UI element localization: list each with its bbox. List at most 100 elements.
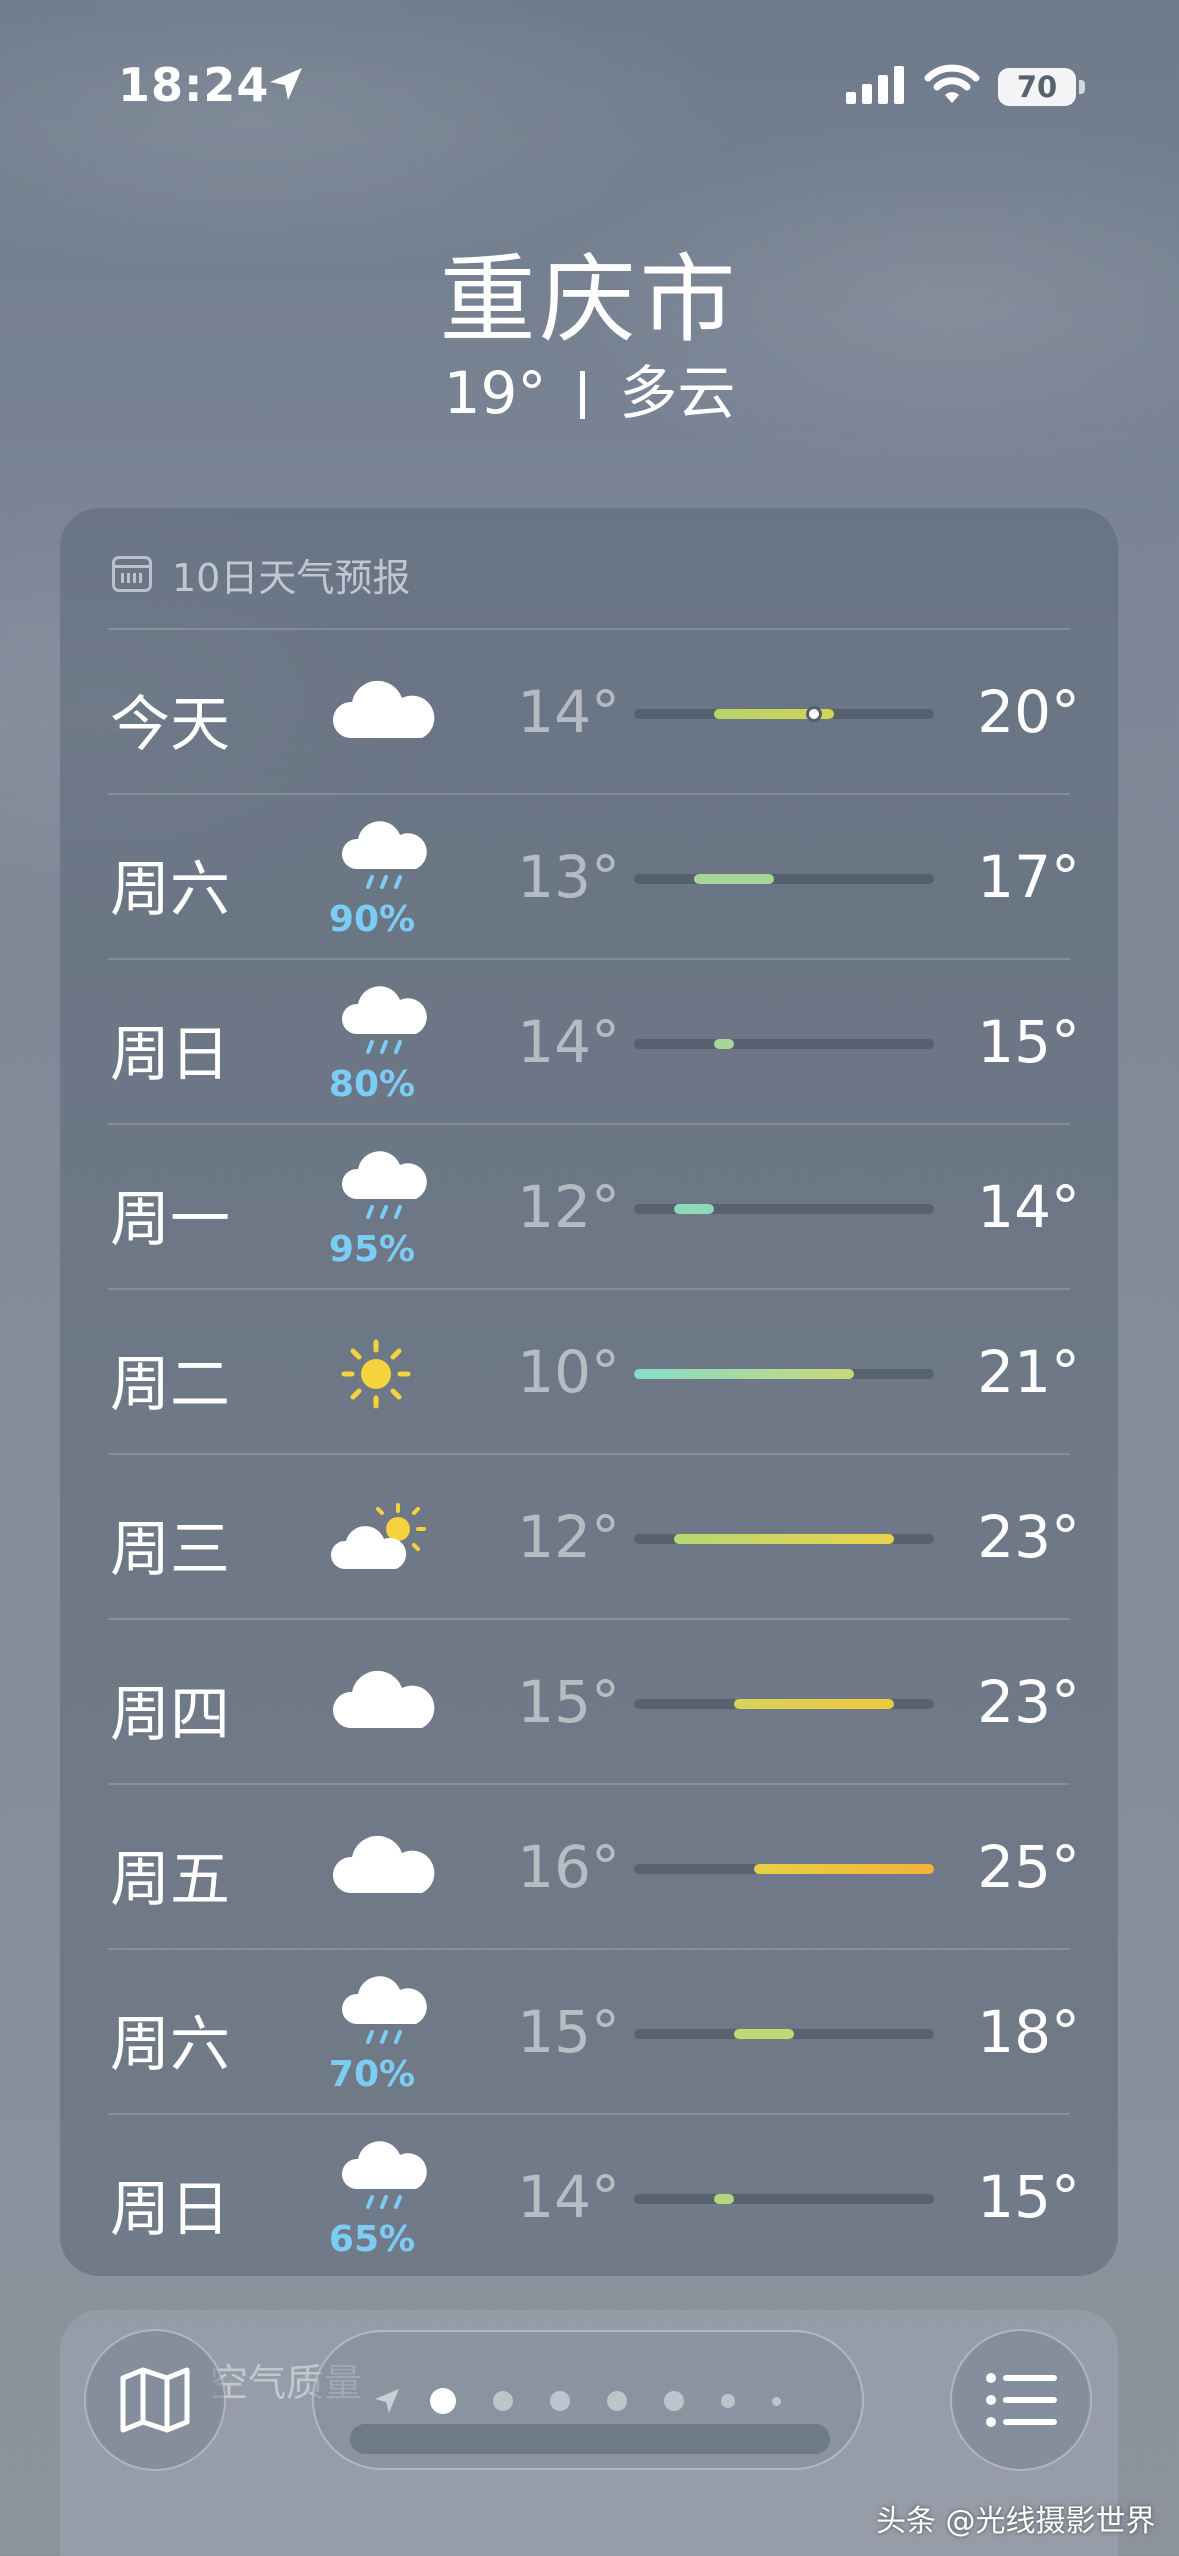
low-temp: 14° — [517, 678, 620, 746]
forecast-day: 周三 — [110, 1515, 230, 1585]
temp-range-bar — [714, 2194, 734, 2204]
forecast-row[interactable]: 周日 65% 14° 15° — [108, 2113, 1080, 2278]
battery-tip — [1079, 80, 1085, 94]
low-temp: 14° — [517, 2163, 620, 2231]
forecast-day: 周四 — [110, 1680, 230, 1750]
temp-range-track — [634, 1204, 934, 1214]
precipitation-chance: 95% — [328, 1229, 416, 1270]
low-temp: 12° — [517, 1173, 620, 1241]
forecast-list: 今天 14° 20° 周六 90% 13° 17° 周日 80% 14° 15° 周一 95% 12° 14… — [108, 628, 1080, 2278]
city-name: 重庆市 — [439, 244, 740, 356]
high-temp: 14° — [977, 1173, 1080, 1241]
ten-day-forecast-card[interactable]: 10日天气预报 今天 14° 20° 周六 90% 13° 17° 周日 80% 14° 15° 周一… — [60, 508, 1118, 2276]
temp-range-track — [634, 2194, 934, 2204]
sun-icon — [322, 1334, 442, 1414]
forecast-row[interactable]: 周一 95% 12° 14° — [108, 1123, 1080, 1288]
low-temp: 15° — [517, 1998, 620, 2066]
forecast-day: 周六 — [110, 855, 230, 925]
location-page-icon[interactable] — [372, 2386, 402, 2416]
page-dot[interactable] — [493, 2391, 513, 2411]
temp-range-track — [634, 874, 934, 884]
cloud-icon — [322, 1829, 442, 1909]
temp-range-track — [634, 1534, 934, 1544]
forecast-day: 周一 — [110, 1185, 230, 1255]
watermark: 头条 @光线摄影世界 — [876, 2504, 1156, 2539]
forecast-title: 10日天气预报 — [172, 555, 411, 600]
high-temp: 23° — [977, 1668, 1080, 1736]
low-temp: 10° — [517, 1338, 620, 1406]
page-dot[interactable] — [550, 2391, 570, 2411]
temp-range-bar — [734, 2029, 794, 2039]
status-time: 18:24 — [118, 58, 270, 112]
cloud-icon — [322, 674, 442, 754]
low-temp: 15° — [517, 1668, 620, 1736]
current-condition: 多云 — [619, 359, 736, 427]
temp-range-bar — [634, 1369, 854, 1379]
current-summary: 19° 多云 — [0, 346, 1179, 430]
forecast-row[interactable]: 周六 70% 15° 18° — [108, 1948, 1080, 2113]
city-list-button[interactable] — [950, 2329, 1092, 2471]
partly-sunny-icon — [322, 1499, 442, 1579]
low-temp: 13° — [517, 843, 620, 911]
page-dot[interactable] — [772, 2396, 781, 2406]
forecast-row[interactable]: 周三 12° 23° — [108, 1453, 1080, 1618]
current-temp-marker — [806, 706, 822, 722]
temp-range-track — [634, 1369, 934, 1379]
separator — [580, 371, 586, 419]
forecast-day: 今天 — [110, 690, 230, 760]
temp-range-track — [634, 1864, 934, 1874]
forecast-day: 周六 — [110, 2010, 230, 2080]
page-dot[interactable] — [721, 2394, 735, 2408]
temp-range-bar — [674, 1534, 894, 1544]
low-temp: 16° — [517, 1833, 620, 1901]
forecast-row[interactable]: 周日 80% 14° 15° — [108, 958, 1080, 1123]
forecast-day: 周二 — [110, 1350, 230, 1420]
temp-range-bar — [734, 1699, 894, 1709]
precipitation-chance: 80% — [328, 1064, 416, 1105]
cellular-signal-icon — [846, 66, 904, 104]
forecast-row[interactable]: 周六 90% 13° 17° — [108, 793, 1080, 958]
status-bar: 18:24 70 — [0, 0, 1179, 170]
forecast-day: 周五 — [110, 1845, 230, 1915]
temp-range-track — [634, 1699, 934, 1709]
map-icon — [120, 2367, 190, 2433]
forecast-row[interactable]: 周四 15° 23° — [108, 1618, 1080, 1783]
rain-cloud-icon — [322, 819, 442, 899]
temp-range-bar — [694, 874, 774, 884]
precipitation-chance: 90% — [328, 899, 416, 940]
cloud-icon — [322, 1664, 442, 1744]
page-indicator-track — [350, 2424, 830, 2454]
page-indicator[interactable] — [312, 2330, 864, 2470]
temp-range-bar — [674, 1204, 714, 1214]
list-icon — [986, 2373, 1057, 2427]
forecast-day: 周日 — [110, 1020, 230, 1090]
high-temp: 20° — [977, 678, 1080, 746]
location-arrow-icon — [270, 68, 302, 100]
high-temp: 17° — [977, 843, 1080, 911]
rain-cloud-icon — [322, 1149, 442, 1229]
rain-cloud-icon — [322, 984, 442, 1064]
rain-cloud-icon — [322, 2139, 442, 2219]
high-temp: 25° — [977, 1833, 1080, 1901]
high-temp: 15° — [977, 1008, 1080, 1076]
low-temp: 14° — [517, 1008, 620, 1076]
wifi-icon — [924, 64, 980, 103]
precipitation-chance: 65% — [328, 2219, 416, 2260]
forecast-day: 周日 — [110, 2175, 230, 2245]
page-dot[interactable] — [664, 2391, 684, 2411]
temp-range-track — [634, 1039, 934, 1049]
precipitation-chance: 70% — [328, 2054, 416, 2095]
low-temp: 12° — [517, 1503, 620, 1571]
map-button[interactable] — [84, 2329, 226, 2471]
page-dot[interactable] — [607, 2391, 627, 2411]
forecast-header: 10日天气预报 — [112, 544, 410, 604]
page-dot-active[interactable] — [430, 2388, 456, 2414]
temp-range-bar — [714, 1039, 734, 1049]
forecast-row[interactable]: 周五 16° 25° — [108, 1783, 1080, 1948]
calendar-icon — [112, 556, 152, 592]
high-temp: 18° — [977, 1998, 1080, 2066]
forecast-row[interactable]: 周二 10° 21° — [108, 1288, 1080, 1453]
forecast-row[interactable]: 今天 14° 20° — [108, 628, 1080, 793]
page-dots — [372, 2386, 818, 2416]
rain-cloud-icon — [322, 1974, 442, 2054]
